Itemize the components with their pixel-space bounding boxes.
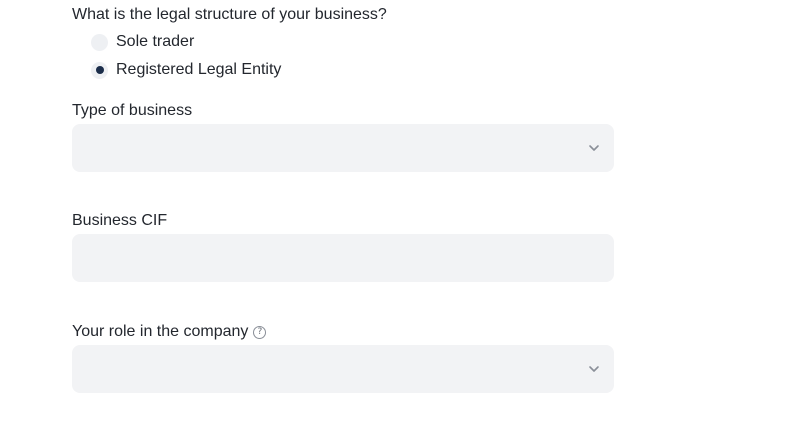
business-cif-label: Business CIF	[72, 211, 167, 231]
role-in-company-label-text: Your role in the company	[72, 323, 249, 340]
role-in-company-select[interactable]	[72, 345, 614, 393]
business-cif-label-text: Business CIF	[72, 212, 168, 229]
business-cif-field[interactable]	[72, 234, 614, 282]
chevron-down-icon	[589, 366, 599, 372]
question-circle-icon[interactable]: ?	[253, 325, 267, 339]
type-of-business-label-text: Type of business	[72, 102, 193, 119]
legal-structure-question: What is the legal structure of your busi…	[72, 6, 387, 23]
radio-label-registered-legal-entity: Registered Legal Entity	[116, 61, 282, 78]
chevron-down-icon	[589, 145, 599, 151]
type-of-business-select[interactable]	[72, 124, 614, 172]
business-details-form: What is the legal structure of your busi…	[0, 0, 808, 430]
radio-label-sole-trader: Sole trader	[116, 33, 195, 50]
role-in-company-label: Your role in the company ?	[72, 322, 267, 342]
business-cif-input[interactable]	[72, 234, 614, 282]
radio-option-sole-trader[interactable]: Sole trader	[91, 32, 194, 52]
type-of-business-label: Type of business	[72, 101, 192, 121]
radio-button-registered-legal-entity[interactable]	[91, 61, 108, 79]
radio-button-sole-trader[interactable]	[91, 33, 108, 51]
radio-option-registered-legal-entity[interactable]: Registered Legal Entity	[91, 60, 281, 80]
